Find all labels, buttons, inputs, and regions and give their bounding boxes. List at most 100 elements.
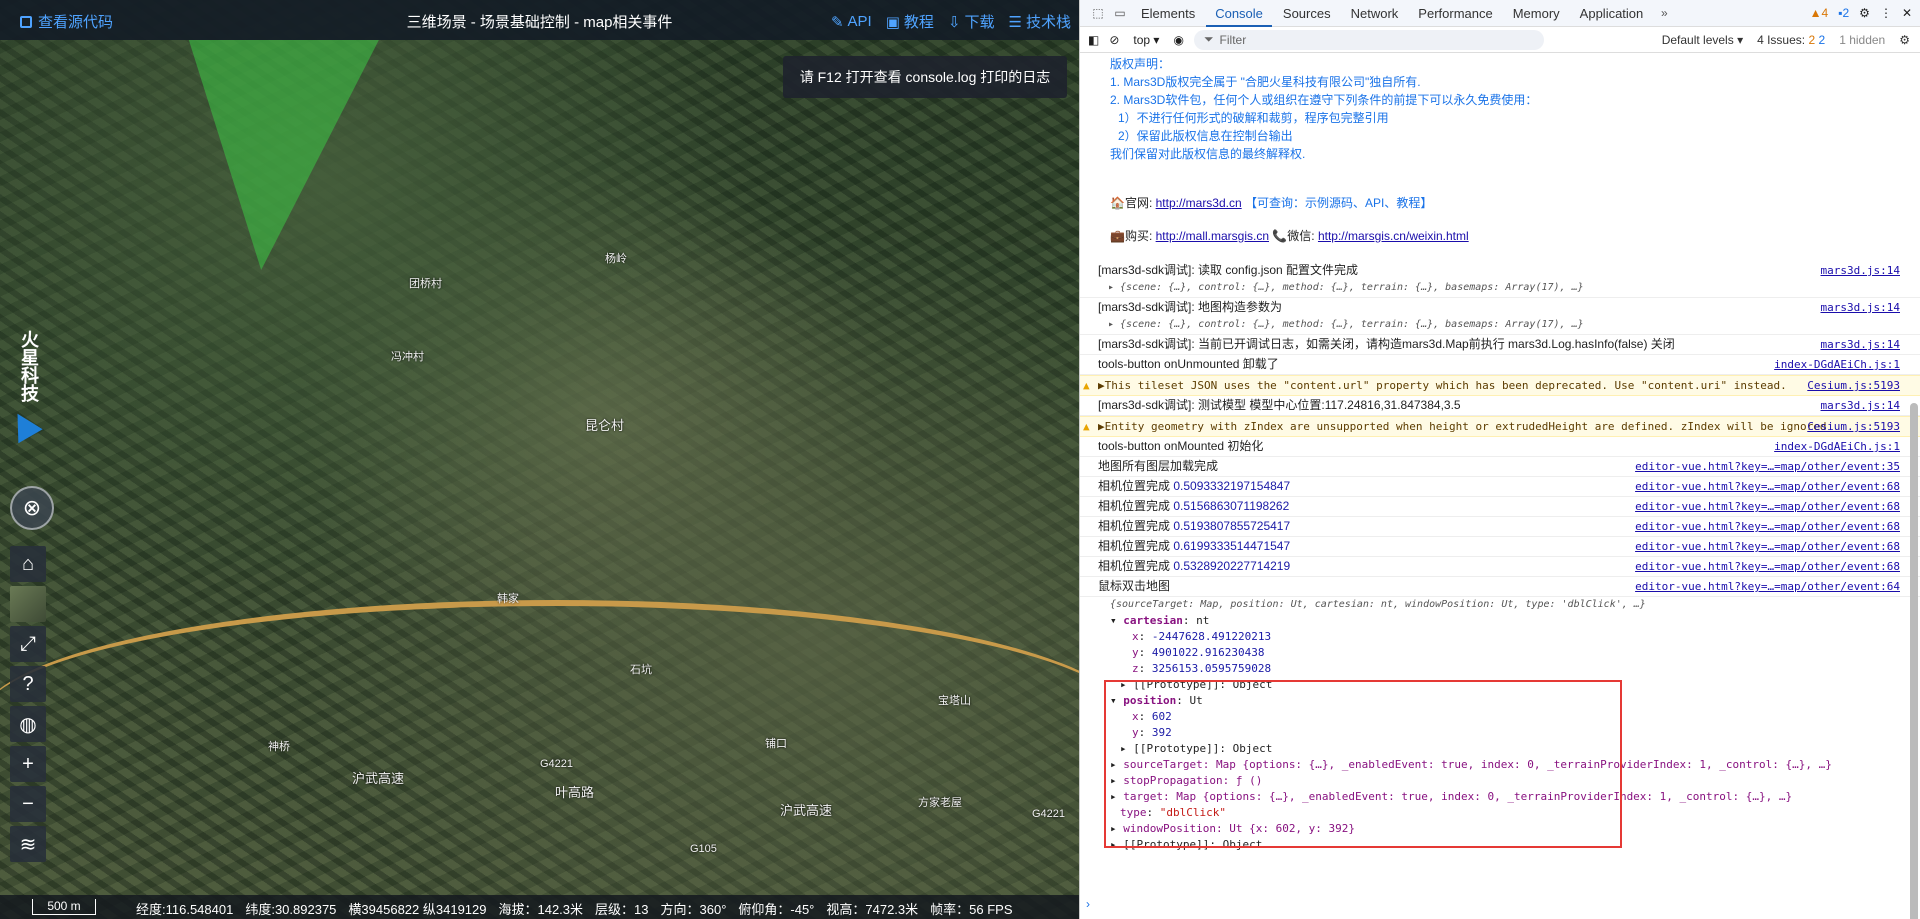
tab-elements[interactable]: Elements (1132, 0, 1204, 27)
source-link[interactable]: mars3d.js:14 (1821, 262, 1900, 279)
console-message[interactable]: ▶Entity geometry with zIndex are unsuppo… (1080, 416, 1920, 437)
source-link[interactable]: editor-vue.html?key=…=map/other/event:68 (1635, 518, 1900, 535)
prototype-row[interactable]: ▸ [[Prototype]]: Object (1110, 741, 1920, 757)
tab-application[interactable]: Application (1571, 0, 1653, 27)
console-scrollbar[interactable] (1910, 403, 1918, 919)
event-object-head[interactable]: {sourceTarget: Map, position: Ut, cartes… (1110, 597, 1920, 613)
console-prompt[interactable]: › (1086, 897, 1090, 911)
tab-console[interactable]: Console (1206, 0, 1272, 27)
stop-propagation-text: stopPropagation: ƒ () (1123, 774, 1263, 787)
console-message[interactable]: 相机位置完成 0.6199333514471547 editor-vue.html… (1080, 537, 1920, 557)
source-link[interactable]: editor-vue.html?key=…=map/other/event:64 (1635, 578, 1900, 595)
prototype-text: [[Prototype]]: Object (1133, 678, 1273, 691)
message-text: 相机位置完成 (1098, 519, 1174, 533)
home-icon[interactable]: ⌂ (10, 546, 46, 582)
levels-select[interactable]: Default levels ▾ (1662, 33, 1743, 47)
api-link[interactable]: ✎ API (831, 11, 872, 32)
close-icon[interactable]: ✕ (1902, 6, 1912, 20)
village-label: 方家老屋 (918, 797, 962, 809)
console-message[interactable]: [mars3d-sdk调试]: 读取 config.json 配置文件完成 mar… (1080, 261, 1920, 298)
site-link[interactable]: http://mars3d.cn (1156, 196, 1242, 210)
source-link[interactable]: index-DGdAEiCh.js:1 (1774, 438, 1900, 455)
source-link[interactable]: mars3d.js:14 (1821, 299, 1900, 316)
source-link[interactable]: Cesium.js:5193 (1807, 377, 1900, 394)
device-toolbar-icon[interactable]: ▭ (1110, 3, 1130, 23)
tab-sources[interactable]: Sources (1274, 0, 1340, 27)
tab-performance[interactable]: Performance (1409, 0, 1501, 27)
message-object[interactable]: ▸ {scene: {…}, control: {…}, method: {…}… (1098, 279, 1870, 296)
source-link[interactable]: mars3d.js:14 (1821, 397, 1900, 414)
message-object[interactable]: ▸ {scene: {…}, control: {…}, method: {…}… (1098, 316, 1870, 333)
context-select[interactable]: top ▾ (1129, 33, 1163, 47)
console-settings-icon[interactable]: ⚙ (1899, 33, 1910, 47)
techstack-link[interactable]: ☰ 技术栈 (1009, 11, 1071, 32)
sidebar-toggle-icon[interactable]: ◧ (1088, 33, 1099, 47)
zoom-out-icon[interactable]: − (10, 786, 46, 822)
window-position-row[interactable]: ▸ windowPosition: Ut {x: 602, y: 392} (1110, 821, 1920, 837)
clear-console-icon[interactable]: ⊘ (1109, 33, 1119, 47)
console-message[interactable]: tools-button onUnmounted 卸载了 index-DGdAEi… (1080, 355, 1920, 375)
globe-icon[interactable]: ◍ (10, 706, 46, 742)
buy-link[interactable]: http://mall.marsgis.cn (1156, 229, 1269, 243)
console-message[interactable]: ▶This tileset JSON uses the "content.url… (1080, 375, 1920, 396)
filter-input[interactable]: ⏷ Filter (1193, 29, 1544, 50)
source-link[interactable]: Cesium.js:5193 (1807, 418, 1900, 435)
basemap-thumb[interactable] (10, 586, 46, 622)
source-target-row[interactable]: ▸ sourceTarget: Map {options: {…}, _enab… (1110, 757, 1920, 773)
zoom-in-icon[interactable]: + (10, 746, 46, 782)
console-output[interactable]: 版权声明： 1. Mars3D版权完全属于 "合肥火星科技有限公司"独自所有. … (1080, 53, 1920, 919)
console-message[interactable]: 地图所有图层加载完成 editor-vue.html?key=…=map/othe… (1080, 457, 1920, 477)
eye-icon[interactable]: ◉ (1173, 33, 1183, 47)
position-row[interactable]: ▾ position: Ut (1110, 693, 1920, 709)
source-link[interactable]: editor-vue.html?key=…=map/other/event:35 (1635, 458, 1900, 475)
target-text: target: Map {options: {…}, _enabledEvent… (1123, 790, 1793, 803)
console-message[interactable]: 相机位置完成 0.5328920227714219 editor-vue.html… (1080, 557, 1920, 577)
warning-count-value: 4 (1821, 6, 1829, 20)
warning-count[interactable]: ▲4 (1810, 6, 1829, 20)
tab-memory[interactable]: Memory (1504, 0, 1569, 27)
console-message[interactable]: [mars3d-sdk调试]: 地图构造参数为 mars3d.js:14 ▸ {sc… (1080, 298, 1920, 335)
console-message[interactable]: [mars3d-sdk调试]: 测试模型 模型中心位置:117.24816,31… (1080, 396, 1920, 416)
menu-icon[interactable]: ⋮ (1880, 6, 1892, 20)
source-link[interactable]: index-DGdAEiCh.js:1 (1774, 356, 1900, 373)
window-position-text: windowPosition: Ut {x: 602, y: 392} (1123, 822, 1356, 835)
source-link[interactable]: editor-vue.html?key=…=map/other/event:68 (1635, 478, 1900, 495)
console-message[interactable]: 鼠标双击地图 editor-vue.html?key=…=map/other/ev… (1080, 577, 1920, 597)
console-message[interactable]: 相机位置完成 0.5093332197154847 editor-vue.html… (1080, 477, 1920, 497)
console-toolbar: ◧ ⊘ top ▾ ◉ ⏷ Filter Default levels ▾ 4 I… (1080, 27, 1920, 53)
inspect-icon[interactable]: ⬚ (1088, 3, 1108, 23)
console-message[interactable]: 相机位置完成 0.5193807855725417 editor-vue.html… (1080, 517, 1920, 537)
message-text: 相机位置完成 (1098, 559, 1174, 573)
source-link[interactable]: editor-vue.html?key=…=map/other/event:68 (1635, 498, 1900, 515)
stop-propagation-row[interactable]: ▸ stopPropagation: ƒ () (1110, 773, 1920, 789)
source-link[interactable]: editor-vue.html?key=…=map/other/event:68 (1635, 538, 1900, 555)
message-text: 地图所有图层加载完成 (1098, 459, 1219, 473)
prototype-row[interactable]: ▸ [[Prototype]]: Object (1110, 837, 1920, 853)
layers-icon[interactable]: ≋ (10, 826, 46, 862)
copyright-line: 2. Mars3D软件包，任何个人或组织在遵守下列条件的前提下可以永久免费使用： (1110, 93, 1538, 107)
console-message[interactable]: [mars3d-sdk调试]: 当前已开调试日志，如需关闭，请构造mars3d.… (1080, 335, 1920, 355)
source-link[interactable]: editor-vue.html?key=…=map/other/event:68 (1635, 558, 1900, 575)
tab-network[interactable]: Network (1342, 0, 1408, 27)
fullscreen-icon[interactable]: ⤢ (10, 626, 46, 662)
more-tabs-icon[interactable]: » (1654, 3, 1674, 23)
console-tip: 请 F12 打开查看 console.log 打印的日志 (783, 56, 1067, 98)
prototype-row[interactable]: ▸ [[Prototype]]: Object (1110, 677, 1920, 693)
wechat-link[interactable]: http://marsgis.cn/weixin.html (1318, 229, 1469, 243)
console-message[interactable]: 相机位置完成 0.5156863071198262 editor-vue.html… (1080, 497, 1920, 517)
issues-button[interactable]: 4 Issues: 2 2 (1757, 33, 1825, 47)
tutorial-link[interactable]: ▣ 教程 (886, 11, 934, 32)
cartesian-row[interactable]: ▾ cartesian: nt (1110, 613, 1920, 629)
village-label: 铺口 (765, 738, 787, 750)
message-count[interactable]: ▪2 (1838, 6, 1849, 20)
copyright-line: 2）保留此版权信息在控制台输出 (1118, 129, 1293, 143)
help-icon[interactable]: ? (10, 666, 46, 702)
tutorial-label: 教程 (903, 14, 934, 31)
settings-icon[interactable]: ⚙ (1859, 6, 1870, 20)
source-link[interactable]: mars3d.js:14 (1821, 336, 1900, 353)
target-row[interactable]: ▸ target: Map {options: {…}, _enabledEve… (1110, 789, 1920, 805)
download-link[interactable]: ⇩ 下载 (948, 11, 995, 32)
map-view[interactable]: 团桥村 冯冲村 昆仑村 杨岭 铺口 神桥 宝塔山 石坑 沪武高速 叶高路 沪武高… (0, 0, 1079, 919)
compass-icon[interactable]: ⊗ (10, 486, 54, 530)
console-message[interactable]: tools-button onMounted 初始化 index-DGdAEiCh… (1080, 437, 1920, 457)
